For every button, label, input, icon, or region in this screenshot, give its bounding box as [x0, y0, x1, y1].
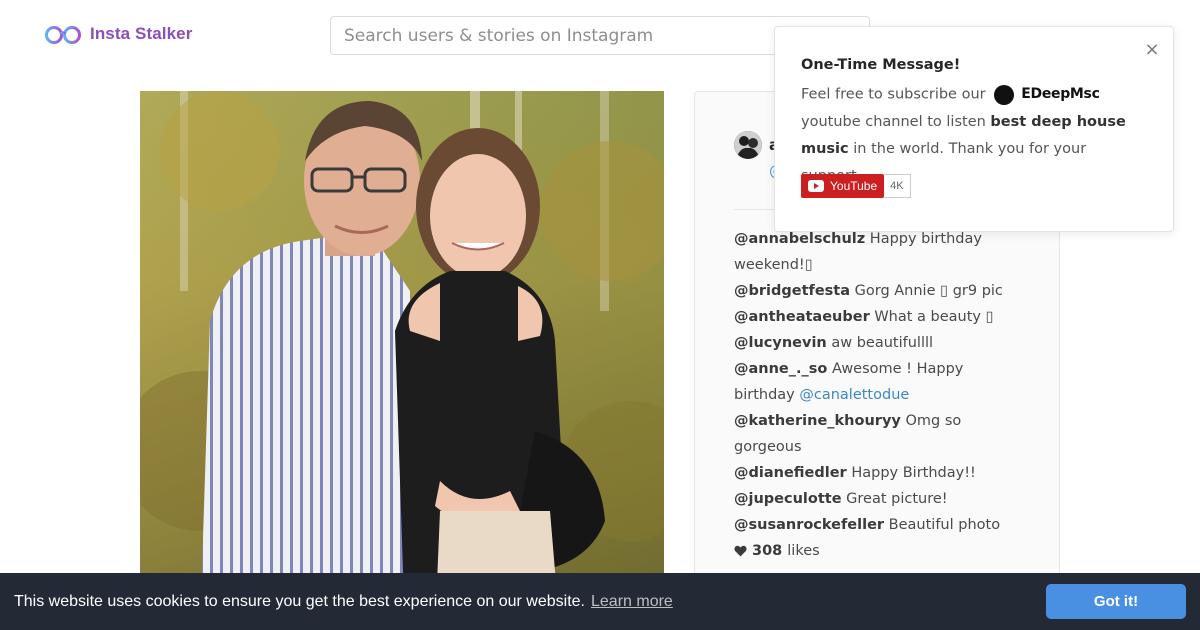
comment-text: Happy Birthday!! [851, 465, 976, 481]
subscriber-count: 4K [884, 174, 911, 198]
heart-icon [734, 545, 747, 557]
youtube-subscribe-widget[interactable]: YouTube 4K [801, 174, 911, 198]
comment-mention-link[interactable]: @canalettodue [799, 387, 909, 403]
close-icon[interactable]: × [1143, 41, 1161, 59]
cookie-message: This website uses cookies to ensure you … [14, 592, 585, 610]
comment: @jupeculotte Great picture! [734, 486, 1024, 512]
comment: @susanrockefeller Beautiful photo [734, 512, 1024, 538]
popup-body-prefix: Feel free to subscribe our [801, 86, 986, 103]
likes-row: 308 likes [734, 538, 1024, 564]
comment: @bridgetfesta Gorg Annie ▯ gr9 pic [734, 278, 1024, 304]
comment-username[interactable]: @antheataeuber [734, 309, 870, 325]
post-photo [140, 91, 664, 630]
comment-username[interactable]: @lucynevin [734, 335, 827, 351]
comment-text: Great picture! [846, 491, 948, 507]
likes-count: 308 [752, 543, 783, 559]
comment: @anne_._so Awesome ! Happy birthday @can… [734, 356, 1024, 408]
youtube-subscribe-button[interactable]: YouTube [801, 174, 885, 198]
comment-username[interactable]: @katherine_khouryy [734, 413, 901, 429]
comment: @lucynevin aw beautifullll [734, 330, 1024, 356]
glasses-logo-icon [45, 26, 81, 44]
comment-username[interactable]: @annabelschulz [734, 231, 865, 247]
comment-text: aw beautifullll [831, 335, 934, 351]
comments-list: @annabelschulz Happy birthday weekend!▯ … [734, 226, 1024, 564]
comment-username[interactable]: @susanrockefeller [734, 517, 884, 533]
comment: @annabelschulz Happy birthday weekend!▯ [734, 226, 1024, 278]
channel-link[interactable]: EDeepMsc [994, 81, 1100, 108]
cookie-accept-button[interactable]: Got it! [1046, 584, 1186, 619]
learn-more-link[interactable]: Learn more [591, 593, 673, 611]
likes-label: likes [787, 543, 820, 559]
comment-text: Gorg Annie ▯ gr9 pic [854, 283, 1003, 299]
youtube-play-icon [808, 180, 824, 192]
channel-name: EDeepMsc [1021, 86, 1100, 102]
site-logo[interactable]: Insta Stalker [44, 22, 192, 46]
comment-text: Beautiful photo [888, 517, 1001, 533]
comment: @katherine_khouryy Omg so gorgeous [734, 408, 1024, 460]
comment: @antheataeuber What a beauty ▯ [734, 304, 1024, 330]
comment: @dianefiedler Happy Birthday!! [734, 460, 1024, 486]
popup-body-middle: youtube channel to listen [801, 113, 986, 130]
logo-text: Insta Stalker [90, 24, 193, 43]
comment-username[interactable]: @jupeculotte [734, 491, 842, 507]
comment-username[interactable]: @anne_._so [734, 361, 827, 377]
comment-username[interactable]: @bridgetfesta [734, 283, 850, 299]
cookie-consent-bar: This website uses cookies to ensure you … [0, 573, 1200, 630]
comment-text: What a beauty ▯ [874, 309, 994, 325]
channel-logo-icon [994, 84, 1015, 105]
author-avatar[interactable] [734, 131, 762, 159]
youtube-label: YouTube [830, 179, 878, 193]
comment-username[interactable]: @dianefiedler [734, 465, 847, 481]
one-time-message-popup: × One-Time Message! Feel free to subscri… [774, 26, 1174, 232]
popup-title: One-Time Message! [801, 57, 961, 73]
